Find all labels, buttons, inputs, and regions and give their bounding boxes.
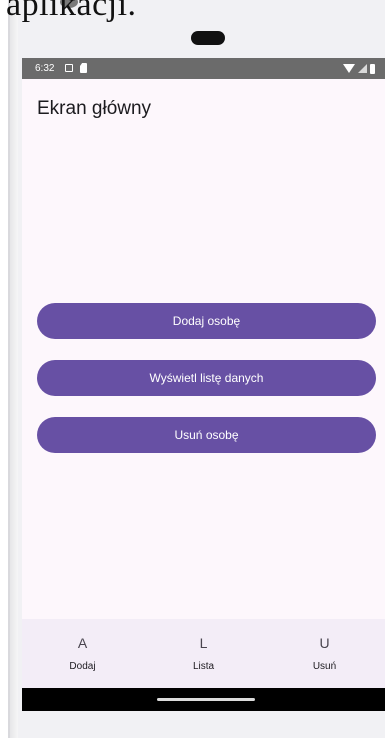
bottom-navigation: A Dodaj L Lista U Usuń [22, 619, 385, 688]
screen-icon [65, 64, 73, 72]
nav-item-remove[interactable]: U Usuń [264, 619, 385, 688]
nav-remove-icon: U [319, 635, 330, 651]
battery-icon [370, 63, 375, 74]
nav-add-label: Dodaj [69, 661, 96, 672]
camera-cutout [191, 31, 225, 45]
add-person-button[interactable]: Dodaj osobę [37, 303, 376, 339]
device-edge [10, 0, 18, 738]
home-gesture-handle[interactable] [157, 698, 255, 701]
page: aplikacji. 6:32 Ekran główny Dodaj osobę… [0, 0, 385, 738]
page-title: Ekran główny [37, 98, 152, 119]
nav-add-icon: A [77, 635, 88, 651]
app-screen: 6:32 Ekran główny Dodaj osobę Wyświetl l… [22, 58, 385, 688]
nav-list-label: Lista [192, 661, 215, 672]
nav-list-icon: L [199, 635, 208, 651]
status-bar: 6:32 [22, 58, 385, 79]
signal-icon [358, 64, 367, 73]
nav-item-add[interactable]: A Dodaj [22, 619, 143, 688]
status-indicators [343, 63, 375, 74]
sd-card-icon [80, 63, 87, 73]
nav-item-list[interactable]: L Lista [143, 619, 264, 688]
nav-remove-label: Usuń [312, 661, 337, 672]
remove-person-button[interactable]: Usuń osobę [37, 417, 376, 453]
system-gesture-bar [22, 688, 385, 711]
wifi-icon [343, 64, 355, 73]
show-list-button[interactable]: Wyświetl listę danych [37, 360, 376, 396]
status-time: 6:32 [35, 63, 55, 74]
caption-fragment: aplikacji. [6, 0, 137, 23]
device-bottom-bezel [22, 711, 385, 738]
